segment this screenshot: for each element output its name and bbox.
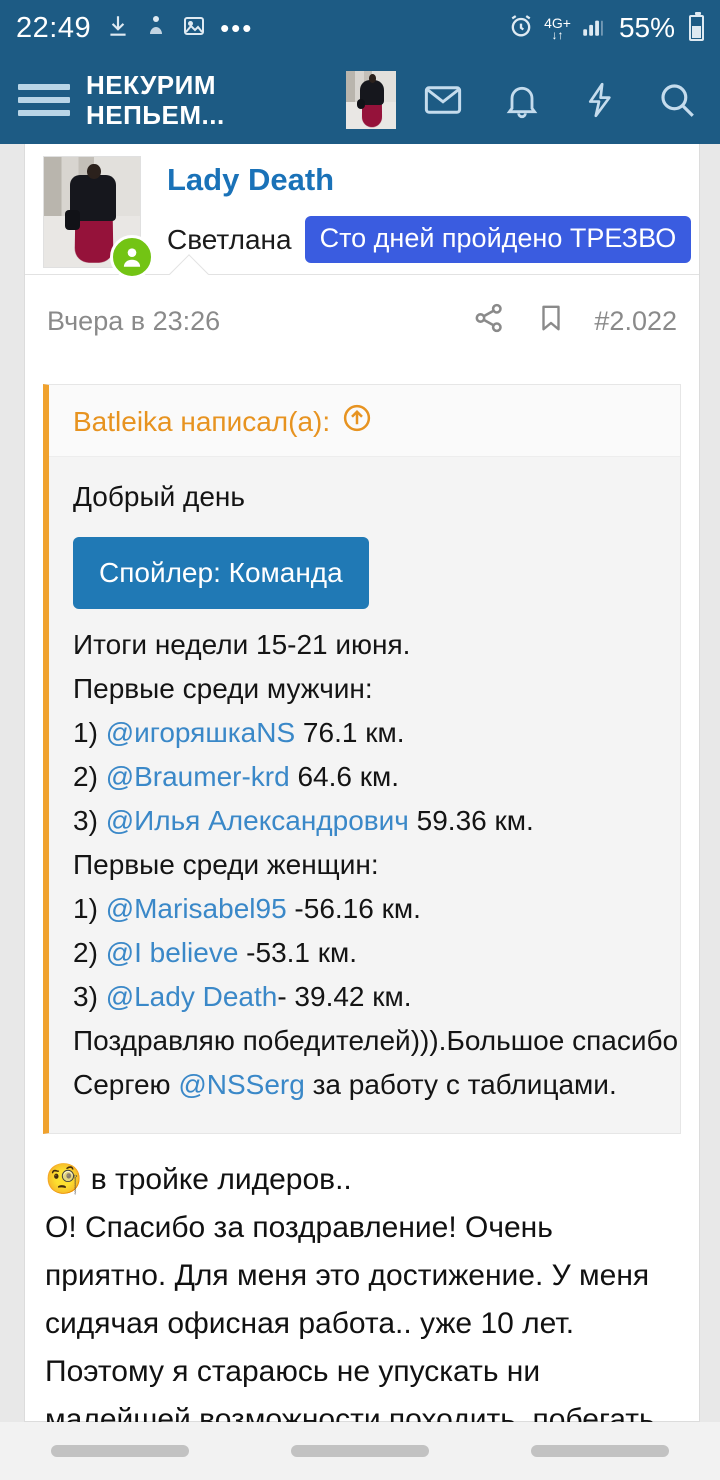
quote-greeting: Добрый день <box>73 481 245 512</box>
nav-home-button[interactable] <box>291 1445 429 1457</box>
quote-line: Первые среди женщин: <box>73 843 660 887</box>
post-card: Lady Death Светлана Сто дней пройдено ТР… <box>24 144 700 1480</box>
signal-icon <box>580 13 606 44</box>
bookmark-icon[interactable] <box>536 301 566 342</box>
spoiler-button[interactable]: Спойлер: Команда <box>73 537 369 609</box>
quote-line: 3) @Илья Александрович 59.36 км. <box>73 799 660 843</box>
quote-line: Первые среди мужчин: <box>73 667 660 711</box>
user-avatar-thumb[interactable] <box>346 71 396 129</box>
author-name[interactable]: Lady Death <box>167 162 691 198</box>
post-meta-row: Вчера в 23:26 #2.022 <box>25 275 699 342</box>
arrow-up-circle-icon[interactable] <box>342 403 372 440</box>
post-body-line1-text: в тройке лидеров.. <box>82 1163 352 1196</box>
user-mention-link[interactable]: @игоряшкаNS <box>106 717 295 748</box>
monocle-face-emoji: 🧐 <box>45 1163 83 1196</box>
status-right-icons: 4G+ ↓↑ 55% <box>507 12 704 45</box>
quote-line-prefix: 2) <box>73 761 106 792</box>
avatar-photo <box>346 71 396 129</box>
quote-body: Добрый день Спойлер: Команда Итоги недел… <box>49 457 680 1133</box>
quote-line-prefix: 2) <box>73 937 106 968</box>
user-mention-link[interactable]: @Илья Александрович <box>106 805 409 836</box>
network-type: 4G+ ↓↑ <box>544 14 571 42</box>
avatar[interactable] <box>43 156 154 279</box>
status-time: 22:49 <box>16 11 92 44</box>
app-title-line1: НЕКУРИМ <box>86 70 216 100</box>
author-meta: Lady Death Светлана Сто дней пройдено ТР… <box>141 154 692 268</box>
quote-line-suffix: - 39.42 км. <box>277 981 412 1012</box>
author-subline: Светлана Сто дней пройдено ТРЕЗВО <box>167 216 692 263</box>
quote-line-prefix: Первые среди мужчин: <box>73 673 373 704</box>
quote-line: 1) @Marisabel95 -56.16 км. <box>73 887 660 931</box>
mail-icon[interactable] <box>422 79 464 121</box>
online-status-badge <box>110 235 154 279</box>
user-mention-link[interactable]: @I believe <box>106 937 239 968</box>
system-navigation-bar <box>0 1422 720 1480</box>
nav-recents-button[interactable] <box>51 1445 189 1457</box>
quote-line-suffix: 64.6 км. <box>289 761 400 792</box>
quote-line: Итоги недели 15-21 июня. <box>73 623 660 667</box>
post-author-strip: Lady Death Светлана Сто дней пройдено ТР… <box>25 144 699 294</box>
status-bar: 22:49 ••• 4G+ ↓↑ 55% <box>0 0 720 56</box>
app-title: НЕКУРИМ НЕПЬЕМ... <box>86 70 291 130</box>
battery-icon <box>689 12 704 41</box>
user-mention-link[interactable]: @Marisabel95 <box>106 893 287 924</box>
thread-page: Lady Death Светлана Сто дней пройдено ТР… <box>0 144 720 1480</box>
app-bar: НЕКУРИМ НЕПЬЕМ... <box>0 56 720 144</box>
quote-line-prefix: Итоги недели 15-21 июня. <box>73 629 411 660</box>
post-number[interactable]: #2.022 <box>594 306 677 337</box>
app-title-line2: НЕПЬЕМ... <box>86 100 225 130</box>
post-timestamp[interactable]: Вчера в 23:26 <box>47 306 220 337</box>
quote-line-suffix: -53.1 км. <box>238 937 358 968</box>
download-icon <box>105 13 131 44</box>
quote-author[interactable]: Batleika написал(а): <box>73 406 330 438</box>
quote-line-prefix: Поздравляю победителей))).Большое спасиб… <box>73 1025 679 1056</box>
post-meta-icons <box>472 301 566 342</box>
incognito-icon <box>144 13 168 44</box>
quote-line-prefix: 3) <box>73 981 106 1012</box>
quote-block: Batleika написал(а): Добрый день Спойлер… <box>43 384 681 1134</box>
post-body-line1: 🧐 в тройке лидеров.. <box>45 1156 679 1204</box>
bolt-icon[interactable] <box>580 79 618 121</box>
quote-line-prefix: Сергею <box>73 1069 179 1100</box>
quote-header: Batleika написал(а): <box>49 385 680 457</box>
user-title-badge: Сто дней пройдено ТРЕЗВО <box>304 216 692 263</box>
quote-line-suffix: за работу с таблицами. <box>304 1069 617 1100</box>
quote-line-prefix: Первые среди женщин: <box>73 849 379 880</box>
quote-line: 3) @Lady Death- 39.42 км. <box>73 975 660 1019</box>
battery-percent: 55% <box>618 12 675 43</box>
quote-line-prefix: 1) <box>73 893 106 924</box>
more-dots-icon: ••• <box>220 13 254 43</box>
menu-icon[interactable] <box>18 84 70 116</box>
nav-back-button[interactable] <box>531 1445 669 1457</box>
app-bar-icons <box>422 79 698 121</box>
phone-screen: 22:49 ••• 4G+ ↓↑ 55% НЕКУРИМ НЕПЬЕМ... L… <box>0 0 720 1480</box>
share-icon[interactable] <box>472 301 506 342</box>
user-mention-link[interactable]: @Lady Death <box>106 981 278 1012</box>
quote-line-suffix: 59.36 км. <box>408 805 534 836</box>
user-mention-link[interactable]: @NSSerg <box>178 1069 304 1100</box>
quote-line: Поздравляю победителей))).Большое спасиб… <box>73 1019 678 1063</box>
image-icon <box>181 14 207 43</box>
quote-lines: Итоги недели 15-21 июня. Первые среди муж… <box>73 623 678 1107</box>
quote-line: 2) @Braumer-krd 64.6 км. <box>73 755 660 799</box>
quote-line-prefix: 3) <box>73 805 106 836</box>
quote-line-suffix: 76.1 км. <box>295 717 405 748</box>
quote-line: 2) @I believe -53.1 км. <box>73 931 660 975</box>
quote-line: 1) @игоряшкаNS 76.1 км. <box>73 711 660 755</box>
author-real-name: Светлана <box>167 223 292 255</box>
quote-line-suffix: -56.16 км. <box>286 893 421 924</box>
quote-line-prefix: 1) <box>73 717 106 748</box>
user-mention-link[interactable]: @Braumer-krd <box>106 761 290 792</box>
quote-line: Сергею @NSSerg за работу с таблицами. <box>73 1063 660 1107</box>
search-icon[interactable] <box>656 79 698 121</box>
status-left-icons: ••• <box>105 13 253 44</box>
bell-icon[interactable] <box>502 79 542 121</box>
alarm-icon <box>507 12 535 45</box>
